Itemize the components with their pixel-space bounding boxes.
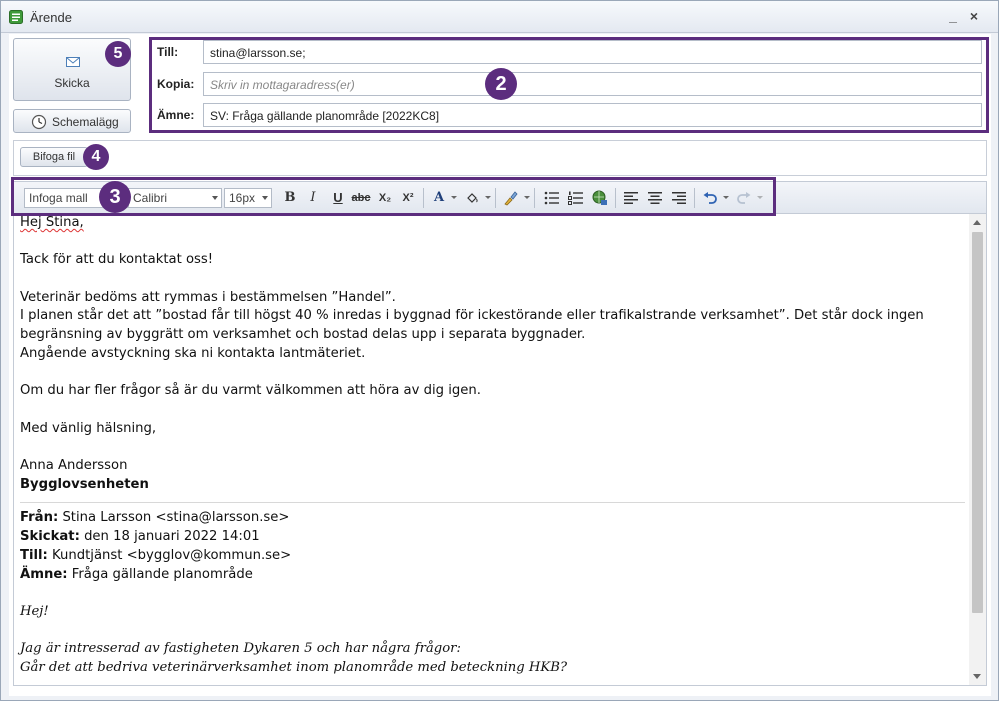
paragraph: Veterinär bedöms att rymmas i bestämmels…	[20, 289, 396, 305]
callout-badge-5: 5	[105, 41, 131, 67]
callout-badge-3: 3	[99, 181, 131, 213]
quote-to: Till: Kundtjänst <bygglov@kommun.se>	[20, 547, 292, 563]
case-window: Ärende _ × Skicka Schemalägg Till: stina…	[0, 0, 999, 701]
quote-paragraph: Jag är intresserad av fastigheten Dykare…	[20, 641, 461, 657]
scroll-up-arrow-icon[interactable]	[973, 220, 981, 225]
envelope-icon	[66, 57, 80, 67]
closing-line: Med vänlig hälsning,	[20, 420, 157, 436]
title-bar: Ärende _ ×	[1, 1, 998, 33]
minimize-button[interactable]: _	[944, 7, 962, 25]
paragraph: Angående avstyckning ska ni kontakta lan…	[20, 345, 366, 361]
attach-file-button[interactable]: Bifoga fil	[20, 147, 88, 167]
quote-sent: Skickat: den 18 januari 2022 14:01	[20, 529, 260, 545]
scroll-thumb[interactable]	[972, 232, 983, 613]
clock-icon	[31, 114, 47, 130]
quote-subject: Ämne: Fråga gällande planområde	[20, 566, 253, 582]
callout-frame-fields	[149, 37, 989, 133]
signature-name: Anna Andersson	[20, 458, 128, 474]
message-body[interactable]: Hej Stina, Tack för att du kontaktat oss…	[20, 214, 965, 678]
compose-panel: Skicka Schemalägg Till: stina@larsson.se…	[9, 34, 991, 696]
callout-badge-2: 2	[485, 68, 517, 100]
send-label: Skicka	[54, 76, 90, 90]
paragraph: I planen står det att ”bostad får till h…	[20, 308, 924, 343]
form-icon	[9, 10, 23, 24]
window-title: Ärende	[30, 10, 72, 25]
quote-divider	[20, 502, 965, 504]
message-editor[interactable]: Hej Stina, Tack för att du kontaktat oss…	[13, 213, 987, 686]
greeting-line: Hej Stina,	[20, 215, 84, 230]
paragraph: Om du har fler frågor så är du varmt väl…	[20, 383, 481, 399]
schedule-label: Schemalägg	[52, 115, 119, 129]
quote-greeting: Hej!	[20, 603, 49, 619]
scroll-down-arrow-icon[interactable]	[973, 674, 981, 679]
attachment-area: Bifoga fil	[13, 140, 987, 176]
close-button[interactable]: ×	[965, 7, 983, 25]
quote-paragraph: Går det att bedriva veterinärverksamhet …	[20, 660, 568, 676]
quote-from: Från: Stina Larsson <stina@larsson.se>	[20, 510, 290, 526]
signature-department: Bygglovsenheten	[20, 476, 149, 492]
thanks-line: Tack för att du kontaktat oss!	[20, 252, 214, 268]
schedule-button[interactable]: Schemalägg	[13, 109, 131, 133]
vertical-scrollbar[interactable]	[969, 214, 986, 685]
callout-badge-4: 4	[83, 144, 109, 170]
